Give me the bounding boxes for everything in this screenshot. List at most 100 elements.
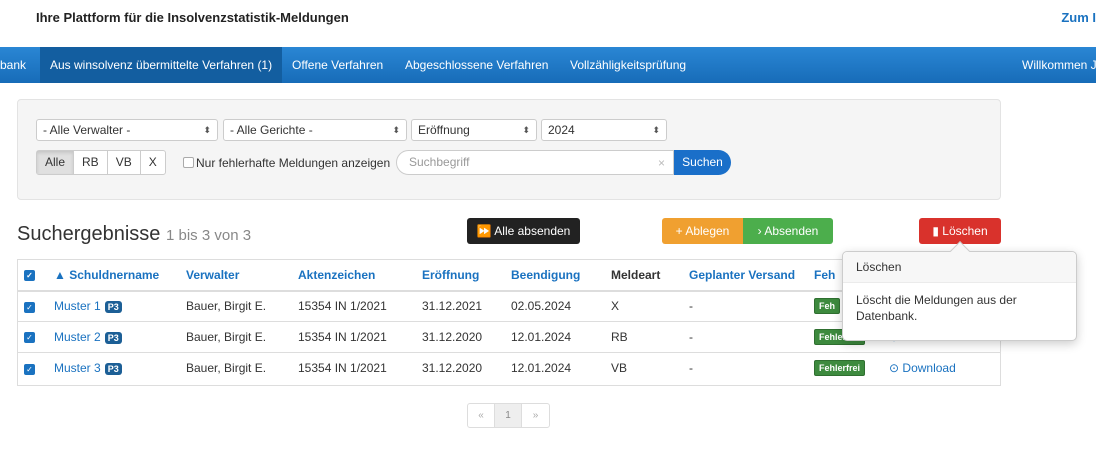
main-nav: bank Aus winsolvenz übermittelte Verfahr…	[0, 47, 1096, 83]
versand-cell: -	[681, 290, 806, 322]
nav-item-cut[interactable]: bank	[0, 47, 26, 83]
eroeffnung-cell: 31.12.2020	[414, 321, 503, 353]
row-checkbox[interactable]: ✓	[24, 363, 35, 375]
nav-tab-vollzaehligkeit[interactable]: Vollzähligkeitsprüfung	[570, 47, 686, 83]
col-eroeffnung[interactable]: Eröffnung	[414, 259, 503, 292]
alle-absenden-button[interactable]: ⏩ Alle absenden	[467, 218, 580, 244]
p3-badge: P3	[104, 331, 122, 344]
only-errors-checkbox[interactable]	[183, 157, 194, 168]
loeschen-popover: Löschen Löscht die Meldungen aus der Dat…	[842, 241, 1077, 341]
results-title: Suchergebnisse	[17, 223, 161, 245]
col-meldeart: Meldeart	[603, 259, 681, 292]
search-placeholder: Suchbegriff	[409, 155, 470, 169]
absenden-button[interactable]: › Absenden	[743, 218, 833, 244]
chevron-right-icon: ›	[757, 224, 762, 238]
aktenzeichen-cell: 15354 IN 1/2021	[290, 321, 414, 353]
nav-tab-abgeschlossen[interactable]: Abgeschlossene Verfahren	[405, 47, 548, 83]
meldeart-cell: RB	[603, 321, 681, 353]
row-checkbox[interactable]: ✓	[24, 301, 35, 313]
status-badge: Fehlerfrei	[814, 360, 866, 377]
status-cell: Fehlerfrei	[806, 352, 881, 384]
verwalter-select-value: - Alle Verwalter -	[43, 123, 131, 137]
only-errors-label: Nur fehlerhafte Meldungen anzeigen	[196, 156, 391, 170]
schuldner-link[interactable]: Muster 2	[54, 330, 101, 344]
verwalter-cell: Bauer, Birgit E.	[178, 290, 290, 322]
top-header: Ihre Plattform für die Insolvenzstatisti…	[0, 0, 1096, 46]
download-label: Download	[902, 361, 956, 376]
col-versand[interactable]: Geplanter Versand	[681, 259, 806, 292]
gerichte-select-value: - Alle Gerichte -	[230, 123, 313, 137]
select-all-cell: ✓	[17, 259, 46, 292]
filter-x-button[interactable]: X	[141, 151, 165, 174]
verwalter-select[interactable]: - Alle Verwalter - ⬍	[36, 119, 218, 141]
header-link[interactable]: Zum I	[1061, 10, 1096, 25]
aktenzeichen-cell: 15354 IN 1/2021	[290, 290, 414, 322]
search-input[interactable]: Suchbegriff ×	[396, 150, 674, 175]
download-icon: ⊙	[889, 361, 900, 376]
trash-icon: ▮	[932, 224, 939, 238]
meldeart-cell: VB	[603, 352, 681, 384]
datum-select-value: Eröffnung	[418, 123, 470, 137]
popover-title: Löschen	[843, 252, 1076, 283]
p3-badge: P3	[104, 301, 122, 314]
filter-rb-button[interactable]: RB	[74, 151, 108, 174]
col-verwalter[interactable]: Verwalter	[178, 259, 290, 292]
select-arrow-icon: ⬍	[522, 125, 530, 135]
schuldnername-cell: Muster 3 P3	[46, 352, 178, 384]
versand-cell: -	[681, 352, 806, 384]
page-title: Ihre Plattform für die Insolvenzstatisti…	[36, 10, 349, 25]
pagination: « 1 »	[467, 403, 550, 428]
gerichte-select[interactable]: - Alle Gerichte - ⬍	[223, 119, 407, 141]
select-arrow-icon: ⬍	[392, 125, 400, 135]
beendigung-cell: 12.01.2024	[503, 352, 603, 384]
jahr-select-value: 2024	[548, 123, 575, 137]
datum-select[interactable]: Eröffnung ⬍	[411, 119, 537, 141]
loeschen-label: Löschen	[942, 224, 988, 238]
col-aktenzeichen[interactable]: Aktenzeichen	[290, 259, 414, 292]
col-schuldnername[interactable]: ▲ Schuldnername	[46, 259, 178, 292]
pager-prev[interactable]: «	[468, 404, 495, 427]
select-arrow-icon: ⬍	[203, 125, 211, 135]
row-select-cell: ✓	[17, 290, 46, 322]
select-arrow-icon: ⬍	[652, 125, 660, 135]
schuldnername-cell: Muster 2 P3	[46, 321, 178, 353]
p3-badge: P3	[104, 363, 122, 376]
pager-next[interactable]: »	[522, 404, 549, 427]
popover-body: Löscht die Meldungen aus der Datenbank.	[856, 293, 1017, 323]
results-range: 1 bis 3 von 3	[166, 227, 252, 244]
schuldner-link[interactable]: Muster 1	[54, 299, 101, 313]
pager-page-1[interactable]: 1	[495, 404, 522, 427]
ablegen-label: Ablegen	[685, 224, 730, 238]
row-select-cell: ✓	[17, 321, 46, 353]
beendigung-cell: 02.05.2024	[503, 290, 603, 322]
nav-tab-uebermittelt[interactable]: Aus winsolvenz übermittelte Verfahren (1…	[40, 47, 283, 83]
beendigung-cell: 12.01.2024	[503, 321, 603, 353]
filter-vb-button[interactable]: VB	[108, 151, 141, 174]
nav-tab-offen[interactable]: Offene Verfahren	[292, 47, 383, 83]
col-beendigung[interactable]: Beendigung	[503, 259, 603, 292]
absenden-label: Absenden	[764, 224, 819, 238]
meldeart-cell: X	[603, 290, 681, 322]
results-heading: Suchergebnisse 1 bis 3 von 3	[17, 223, 251, 246]
select-all-checkbox[interactable]: ✓	[24, 270, 35, 282]
schuldner-link[interactable]: Muster 3	[54, 361, 101, 375]
search-button[interactable]: Suchen	[674, 150, 731, 175]
ablegen-button[interactable]: + Ablegen	[662, 218, 743, 244]
alle-absenden-label: Alle absenden	[494, 224, 571, 238]
row-checkbox[interactable]: ✓	[24, 332, 35, 344]
verwalter-cell: Bauer, Birgit E.	[178, 321, 290, 353]
versand-cell: -	[681, 321, 806, 353]
filter-alle-button[interactable]: Alle	[37, 151, 75, 174]
jahr-select[interactable]: 2024 ⬍	[541, 119, 667, 141]
download-link[interactable]: ⊙ Download	[889, 361, 956, 375]
fast-forward-icon: ⏩	[476, 224, 492, 238]
eroeffnung-cell: 31.12.2020	[414, 352, 503, 384]
download-cell: ⊙ Download	[881, 352, 1001, 384]
table-row: ✓ Muster 3 P3 Bauer, Birgit E. 15354 IN 1…	[17, 352, 1001, 384]
nav-welcome[interactable]: Willkommen J	[1022, 47, 1096, 83]
eroeffnung-cell: 31.12.2021	[414, 290, 503, 322]
loeschen-button[interactable]: ▮ Löschen	[919, 218, 1001, 244]
clear-icon[interactable]: ×	[658, 152, 665, 175]
row-select-cell: ✓	[17, 352, 46, 384]
plus-icon: +	[675, 224, 683, 238]
